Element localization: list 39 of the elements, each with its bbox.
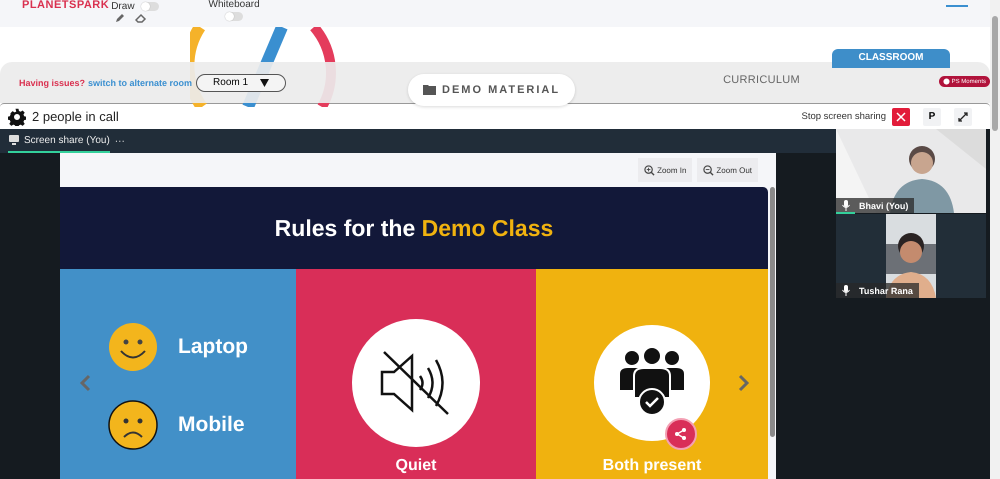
caret-icon xyxy=(260,78,270,86)
share-icon xyxy=(674,427,688,441)
stop-sharing-label: Stop screen sharing xyxy=(802,111,886,122)
more-options[interactable]: ··· xyxy=(114,136,125,146)
classroom-tab[interactable]: CLASSROOM xyxy=(832,49,950,68)
zoom-button[interactable]: Zoom Out xyxy=(697,158,758,182)
zoom-out-icon xyxy=(703,164,714,176)
folder-icon xyxy=(423,84,436,95)
issue-text: Having issues? xyxy=(19,78,86,88)
device-label: Mobile xyxy=(178,413,244,437)
slide-title: Rules for the Demo Class xyxy=(274,214,554,242)
eraser-icon[interactable] xyxy=(135,12,148,24)
whiteboard-label: Whiteboard xyxy=(208,0,260,9)
fullscreen-button[interactable] xyxy=(954,108,972,126)
smiley-icon xyxy=(108,322,158,372)
nav-tab[interactable]: DEMO MATERIAL xyxy=(408,74,576,106)
close-icon xyxy=(896,112,906,122)
logo: PLANETSPARK xyxy=(22,0,110,10)
rule-caption: Quiet xyxy=(396,457,436,475)
participant-name: Tushar Rana xyxy=(859,286,913,296)
room-select[interactable]: Room 1 xyxy=(196,74,286,92)
expand-icon xyxy=(958,112,968,122)
page-scrollbar[interactable] xyxy=(990,0,1000,479)
call-title: 2 people in call xyxy=(32,109,120,124)
draw-label: Draw xyxy=(111,2,135,10)
screen-icon xyxy=(9,135,19,145)
sad-face-icon xyxy=(108,400,158,450)
device-label: Laptop xyxy=(178,335,248,359)
nav-tab[interactable]: CURRICULUM xyxy=(723,74,800,86)
zoom-button[interactable]: Zoom In xyxy=(638,158,692,182)
stop-sharing-button[interactable] xyxy=(892,108,910,126)
zoom-in-icon xyxy=(644,164,656,176)
microphone-icon[interactable] xyxy=(842,285,850,296)
draw-toggle[interactable] xyxy=(140,2,159,10)
whiteboard-toggle[interactable] xyxy=(225,12,244,21)
pencil-icon[interactable] xyxy=(114,12,126,24)
settings-icon[interactable] xyxy=(8,108,26,126)
rule-caption: Both present xyxy=(602,457,702,475)
p-button[interactable]: P xyxy=(923,108,941,126)
